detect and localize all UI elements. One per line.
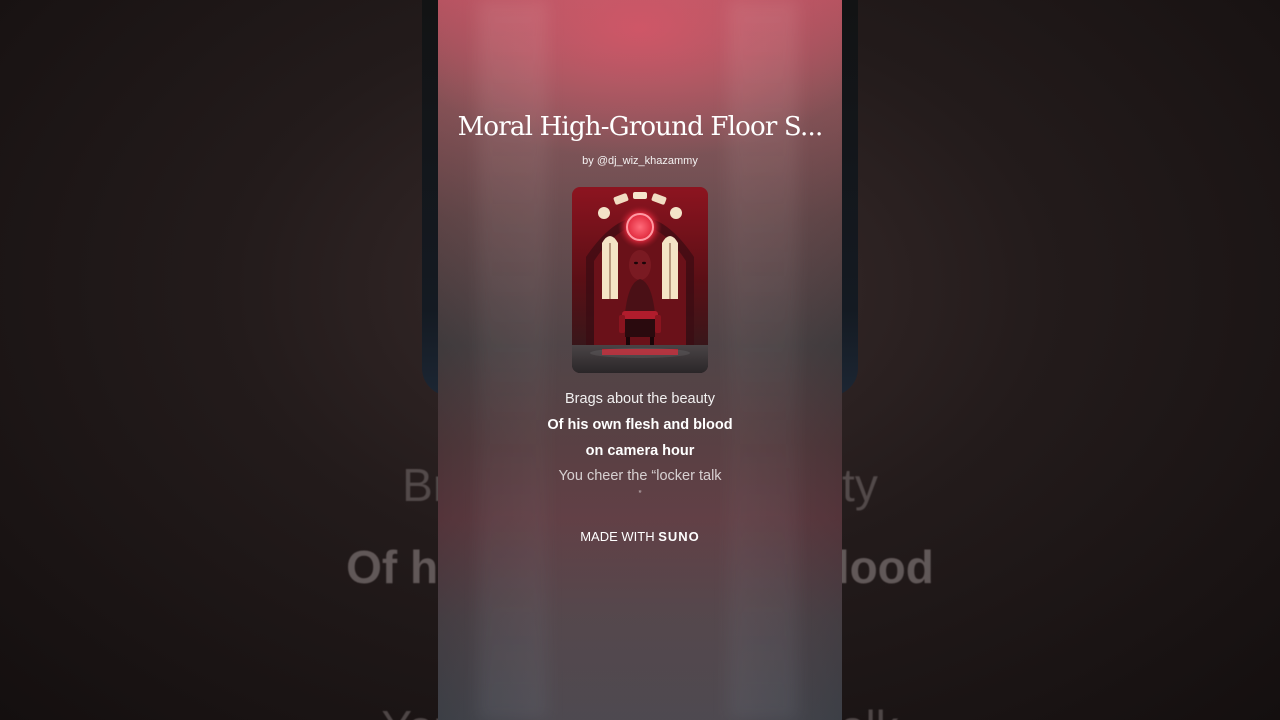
lyric-line-current: on camera hour (585, 443, 695, 459)
light-streak (728, 0, 798, 720)
lyric-line-next: ” (638, 489, 642, 499)
song-title: Moral High-Ground Floor S... (457, 112, 824, 142)
artist-handle[interactable]: by @dj_wiz_khazammy (438, 155, 842, 167)
suno-logo-text: SUNO (658, 529, 700, 544)
made-with-suno-badge[interactable]: MADE WITH SUNO (438, 529, 842, 544)
cover-art (572, 187, 708, 373)
lyric-line-next: You cheer the “locker talk (558, 468, 722, 484)
made-with-label: MADE WITH (580, 529, 655, 544)
lyric-line-current: Of his own flesh and blood (547, 417, 733, 433)
lyric-line-previous: Brags about the beauty (565, 391, 715, 407)
song-card: Moral High-Ground Floor S... by @dj_wiz_… (438, 0, 842, 720)
light-streak (478, 0, 548, 720)
throne-cathedral-artwork (572, 187, 708, 373)
